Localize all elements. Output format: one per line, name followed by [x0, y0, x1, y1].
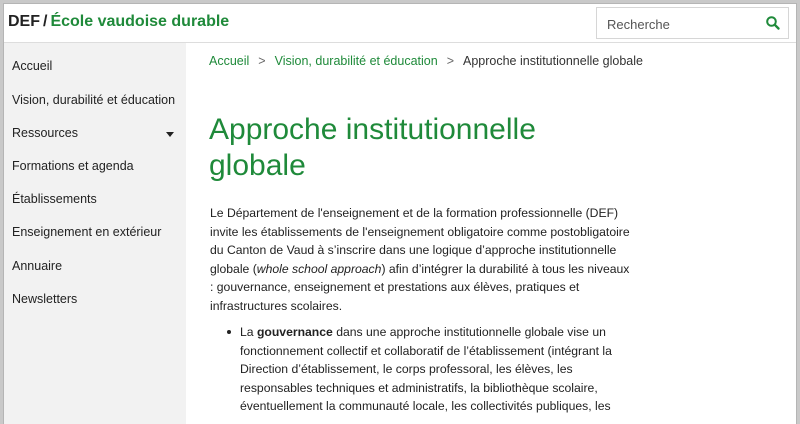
site-brand[interactable]: DEF / École vaudoise durable [8, 13, 229, 31]
intro-paragraph: Le Département de l'enseignement et de l… [210, 204, 630, 316]
browser-viewport: DEF/École vaudoise durable Accueil Visio… [4, 4, 796, 424]
sidebar-item-ressources[interactable]: Ressources [12, 126, 78, 140]
brand-separator: / [43, 13, 48, 30]
bullet-text-start: La [240, 325, 257, 339]
sidebar-item-enseignement-exterieur[interactable]: Enseignement en extérieur [12, 225, 161, 239]
breadcrumb-separator: > [258, 54, 266, 68]
brand-site-name[interactable]: École vaudoise durable [50, 13, 229, 30]
intro-emphasis: whole school approach [256, 261, 382, 276]
breadcrumb-link-vision[interactable]: Vision, durabilité et éducation [275, 54, 438, 68]
site-header: DEF / École vaudoise durable [4, 4, 796, 43]
search-box [596, 7, 789, 39]
breadcrumb-separator: > [446, 54, 454, 68]
brand-prefix[interactable]: DEF [8, 13, 40, 30]
breadcrumb-current: Approche institutionnelle globale [463, 54, 643, 68]
sidebar-item-formations[interactable]: Formations et agenda [12, 159, 134, 173]
search-icon[interactable] [765, 15, 781, 31]
main-content: Accueil > Vision, durabilité et éducation >… [186, 43, 796, 424]
sidebar-item-accueil[interactable]: Accueil [12, 59, 52, 73]
sidebar-nav: Accueil Vision, durabilité et éducation … [4, 43, 186, 424]
sidebar-item-etablissements[interactable]: Établissements [12, 192, 97, 206]
governance-list: La gouvernance dans une approche institu… [210, 323, 630, 416]
bullet-strong: gouvernance [256, 325, 333, 339]
sidebar-item-annuaire[interactable]: Annuaire [12, 259, 62, 273]
chevron-down-icon[interactable] [166, 132, 174, 137]
sidebar-item-vision[interactable]: Vision, durabilité et éducation [12, 93, 175, 107]
search-input[interactable] [605, 14, 759, 34]
page-title: Approche institutionnelle globale [209, 113, 536, 182]
breadcrumb: Accueil > Vision, durabilité et éducation >… [209, 54, 643, 68]
list-item: La gouvernance dans une approche institu… [210, 323, 630, 416]
breadcrumb-link-accueil[interactable]: Accueil [209, 54, 249, 68]
bullet-dot [227, 330, 231, 334]
sidebar-item-newsletters[interactable]: Newsletters [12, 292, 77, 306]
